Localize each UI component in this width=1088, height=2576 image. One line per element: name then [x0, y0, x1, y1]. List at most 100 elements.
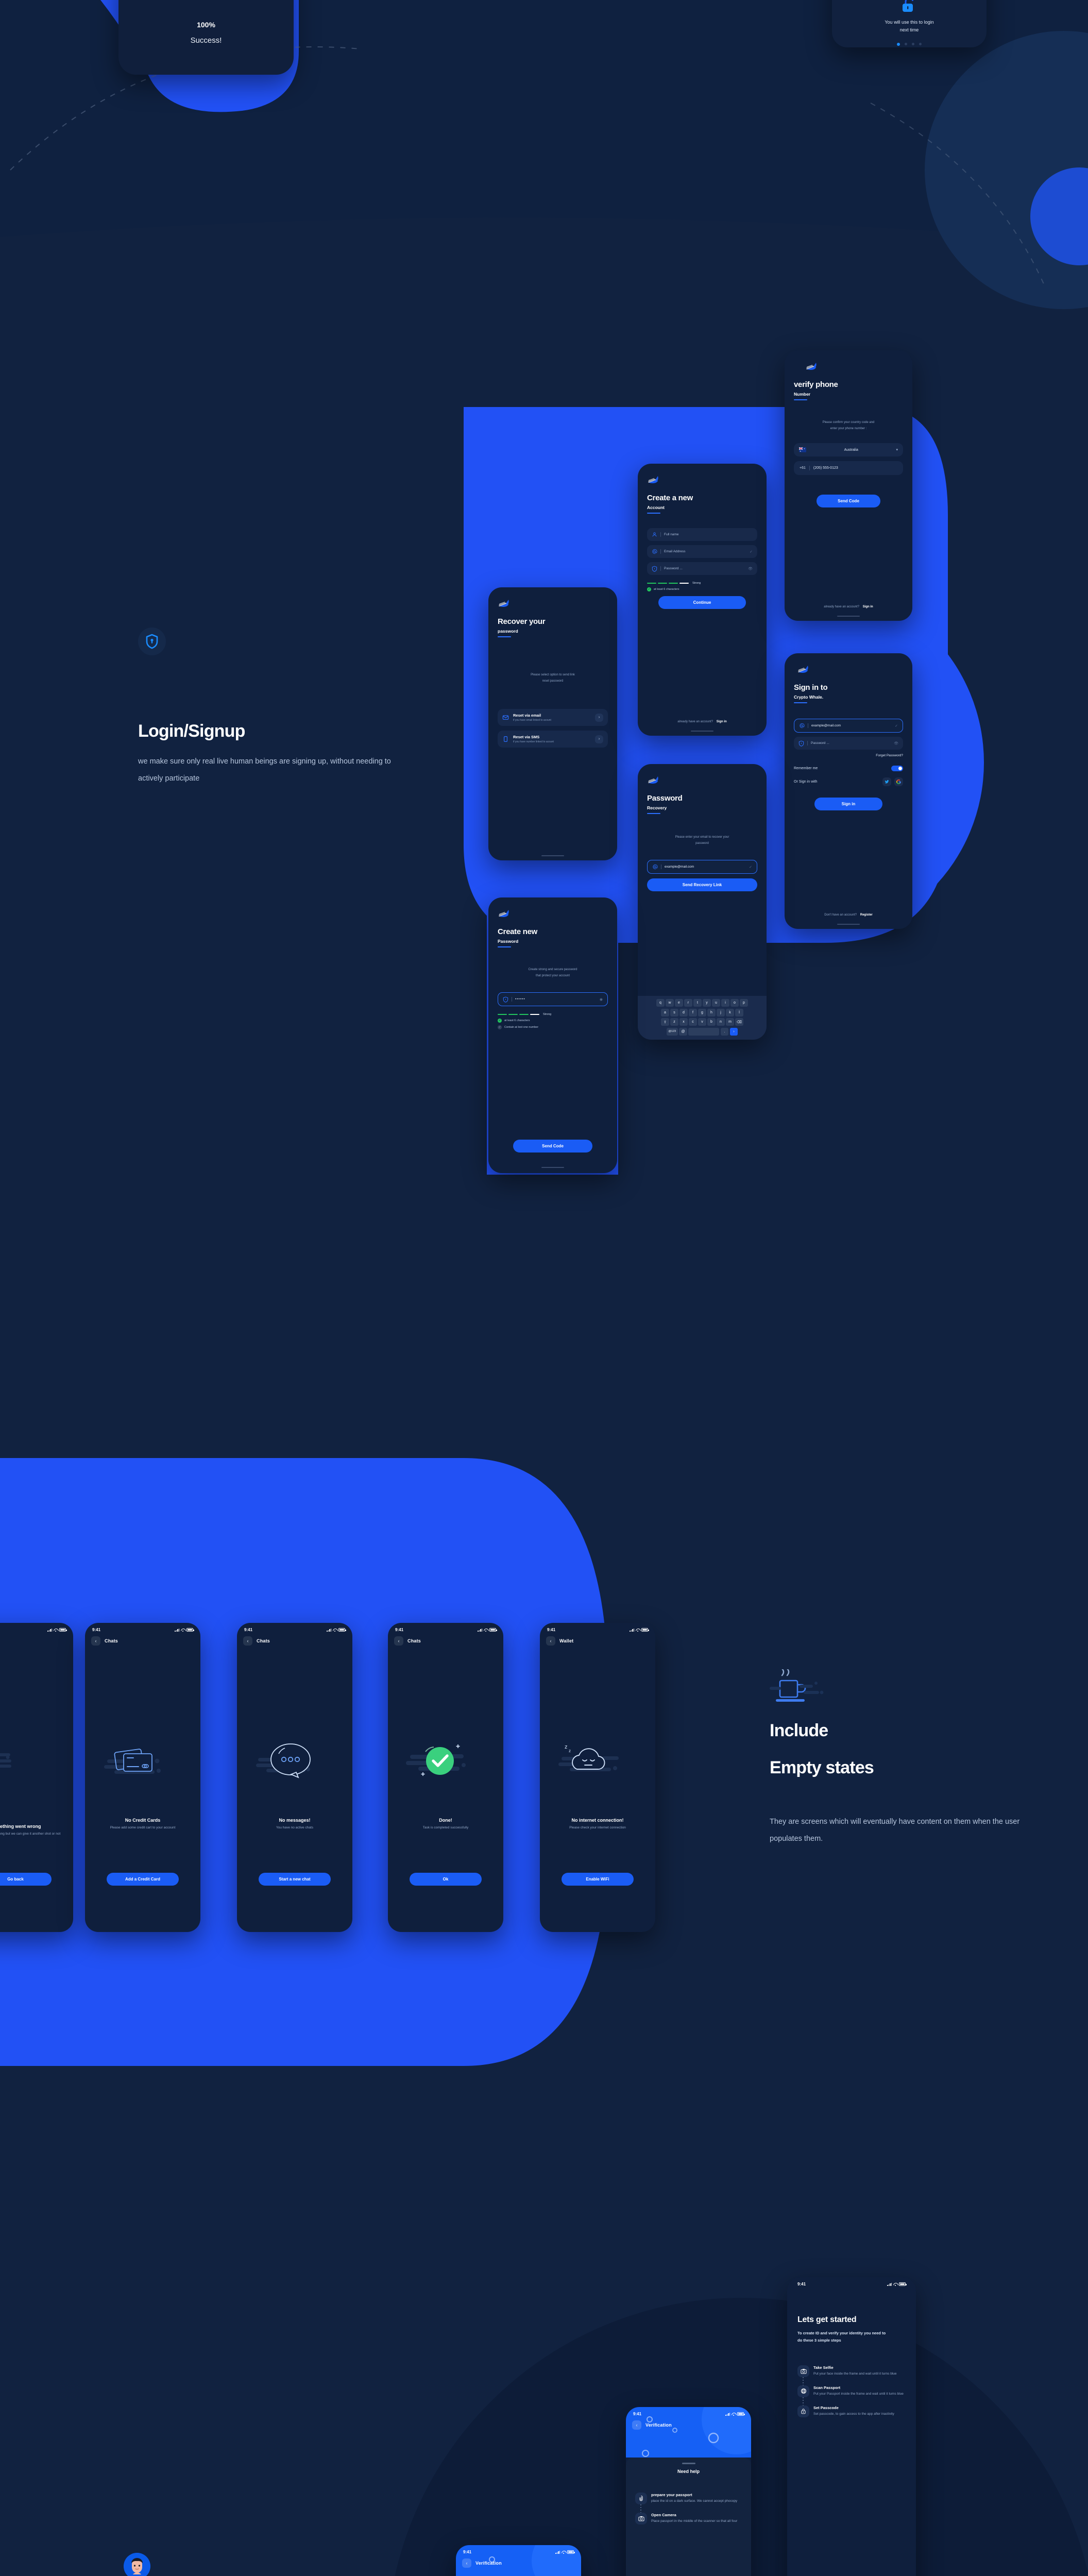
- enable-wifi-button[interactable]: Enable WiFi: [562, 1873, 634, 1886]
- screen-recover-password[interactable]: Recover your password Please select opti…: [488, 587, 617, 860]
- chevron-right-icon[interactable]: ›: [595, 735, 603, 743]
- phone-number-value: (205) 555-0123: [813, 466, 838, 470]
- key-symbols[interactable]: @123: [666, 1027, 678, 1036]
- key-s[interactable]: s: [670, 1008, 678, 1016]
- continue-button[interactable]: Continue: [658, 596, 746, 609]
- screen-password-recovery[interactable]: Password Recovery Please enter your emai…: [638, 764, 767, 1040]
- new-password-field[interactable]: •••••• ◉: [498, 992, 608, 1007]
- key-p[interactable]: p: [740, 999, 748, 1007]
- screen-verify-phone[interactable]: verify phone Number Please confirm your …: [785, 350, 912, 621]
- back-button[interactable]: ‹: [394, 1636, 403, 1646]
- key-w[interactable]: w: [666, 999, 674, 1007]
- key-y[interactable]: y: [703, 999, 711, 1007]
- remember-me-row[interactable]: Remember me: [794, 766, 903, 772]
- key-e[interactable]: e: [675, 999, 683, 1007]
- key-period[interactable]: .: [720, 1027, 729, 1036]
- svg-text:z: z: [565, 1744, 568, 1750]
- start-new-chat-button[interactable]: Start a new chat: [259, 1873, 331, 1886]
- empty-card-done[interactable]: 9:41 ‹ Chats Done! Task is completed suc…: [388, 1623, 503, 1932]
- key-m[interactable]: m: [726, 1018, 734, 1026]
- key-h[interactable]: h: [707, 1008, 716, 1016]
- sign-in-link[interactable]: Sign in: [863, 605, 873, 608]
- password-field[interactable]: Password ... 👁: [647, 562, 757, 575]
- shift-icon[interactable]: ⇧: [661, 1018, 669, 1026]
- key-b[interactable]: b: [707, 1018, 716, 1026]
- key-c[interactable]: c: [689, 1018, 697, 1026]
- key-l[interactable]: l: [735, 1008, 743, 1016]
- go-back-button[interactable]: Go back: [0, 1873, 52, 1886]
- empty-card-no-credit-cards[interactable]: 9:41 ‹ Chats No Credit Cards Please add …: [85, 1623, 200, 1932]
- email-field[interactable]: example@mail.com ✓: [647, 860, 757, 874]
- chevron-right-icon[interactable]: ›: [595, 713, 603, 722]
- key-i[interactable]: i: [721, 999, 729, 1007]
- screen-sign-in[interactable]: Sign in to Crypto Whale. example@mail.co…: [785, 653, 912, 929]
- key-f[interactable]: f: [689, 1008, 697, 1016]
- lock-card-line1: You will use this to login: [885, 20, 934, 25]
- register-link[interactable]: Register: [860, 913, 873, 917]
- key-z[interactable]: z: [670, 1018, 678, 1026]
- screen-verification-small[interactable]: 9:41 ‹ Verification: [456, 2545, 581, 2576]
- coffee-illustration: [770, 1668, 826, 1709]
- forgot-password-link[interactable]: Forget Password?: [794, 754, 903, 757]
- back-button[interactable]: ‹: [91, 1636, 100, 1646]
- backspace-icon[interactable]: ⌫: [735, 1018, 743, 1026]
- email-field[interactable]: example@mail.com ✓: [794, 719, 903, 733]
- eye-icon[interactable]: ◉: [600, 997, 603, 1002]
- eye-off-icon[interactable]: 👁: [748, 567, 753, 571]
- ok-button[interactable]: Ok: [410, 1873, 482, 1886]
- back-button[interactable]: ‹: [243, 1636, 252, 1646]
- key-r[interactable]: r: [684, 999, 692, 1007]
- twitter-icon[interactable]: [882, 777, 891, 787]
- step-scan-passport: Scan Passport Put your Passport inside t…: [797, 2385, 906, 2397]
- key-q[interactable]: q: [656, 999, 665, 1007]
- reset-option-email[interactable]: Reset via email if you have email linked…: [498, 709, 608, 726]
- send-code-button[interactable]: Send Code: [513, 1140, 592, 1153]
- sheet-handle[interactable]: [682, 2463, 695, 2464]
- key-j[interactable]: j: [717, 1008, 725, 1016]
- eye-off-icon[interactable]: 👁: [894, 741, 898, 745]
- key-at[interactable]: @: [679, 1027, 687, 1036]
- key-t[interactable]: t: [693, 999, 702, 1007]
- google-icon[interactable]: [894, 777, 903, 787]
- on-screen-keyboard[interactable]: q w e r t y u i o p a s d f g h j k l ⇧ …: [638, 996, 767, 1040]
- key-o[interactable]: o: [730, 999, 739, 1007]
- screen-need-help[interactable]: 9:41 ‹ Verification Need help prepare yo…: [626, 2407, 751, 2576]
- send-code-button[interactable]: Send Code: [817, 495, 880, 508]
- full-name-field[interactable]: Full name: [647, 528, 757, 541]
- screen-create-account[interactable]: Create a new Account Full name Email Add: [638, 464, 767, 736]
- sign-in-link[interactable]: Sign in: [717, 720, 727, 723]
- pager-dots: [832, 43, 987, 46]
- add-credit-card-button[interactable]: Add a Credit Card: [107, 1873, 179, 1886]
- back-button[interactable]: ‹: [632, 2420, 641, 2430]
- key-n[interactable]: n: [717, 1018, 725, 1026]
- key-a[interactable]: a: [661, 1008, 669, 1016]
- home-indicator: [541, 1166, 564, 1168]
- sign-in-button[interactable]: Sign in: [814, 798, 882, 811]
- back-button[interactable]: ‹: [462, 2558, 471, 2568]
- key-g[interactable]: g: [698, 1008, 706, 1016]
- reset-option-sms[interactable]: Reset via SMS if you have number linked …: [498, 731, 608, 748]
- country-select[interactable]: Australia ▾: [794, 443, 903, 457]
- key-space[interactable]: [688, 1027, 720, 1036]
- recovery-desc-line2: password: [695, 841, 709, 845]
- back-button[interactable]: ‹: [546, 1636, 555, 1646]
- empty-card-no-internet[interactable]: 9:41 ‹ Wallet z z No internet connection…: [540, 1623, 655, 1932]
- empty-card-no-messages[interactable]: 9:41 ‹ Chats No messages! You have no ac…: [237, 1623, 352, 1932]
- step-set-passcode: Set Passcode Set passcode, to gain acces…: [797, 2405, 906, 2417]
- remember-me-toggle[interactable]: [891, 766, 903, 772]
- key-v[interactable]: v: [698, 1018, 706, 1026]
- phone-number-field[interactable]: +61 (205) 555-0123: [794, 461, 903, 476]
- key-u[interactable]: u: [712, 999, 720, 1007]
- screen-lets-get-started[interactable]: 9:41 Lets get started To create ID and v…: [787, 2277, 916, 2576]
- password-field[interactable]: Password ... 👁: [794, 737, 903, 750]
- status-bar: 9:41: [626, 2407, 751, 2416]
- key-x[interactable]: x: [679, 1018, 688, 1026]
- email-field[interactable]: Email Address ✓: [647, 545, 757, 558]
- password-recovery-title: Password: [647, 794, 683, 803]
- screen-create-new-password[interactable]: Create new Password Create strong and se…: [488, 897, 617, 1173]
- empty-card-error[interactable]: 9:41 ‹ Wallet: [0, 1623, 73, 1932]
- key-d[interactable]: d: [679, 1008, 688, 1016]
- send-recovery-link-button[interactable]: Send Recovery Link: [647, 878, 757, 892]
- enter-icon[interactable]: ›: [729, 1027, 738, 1036]
- key-k[interactable]: k: [726, 1008, 734, 1016]
